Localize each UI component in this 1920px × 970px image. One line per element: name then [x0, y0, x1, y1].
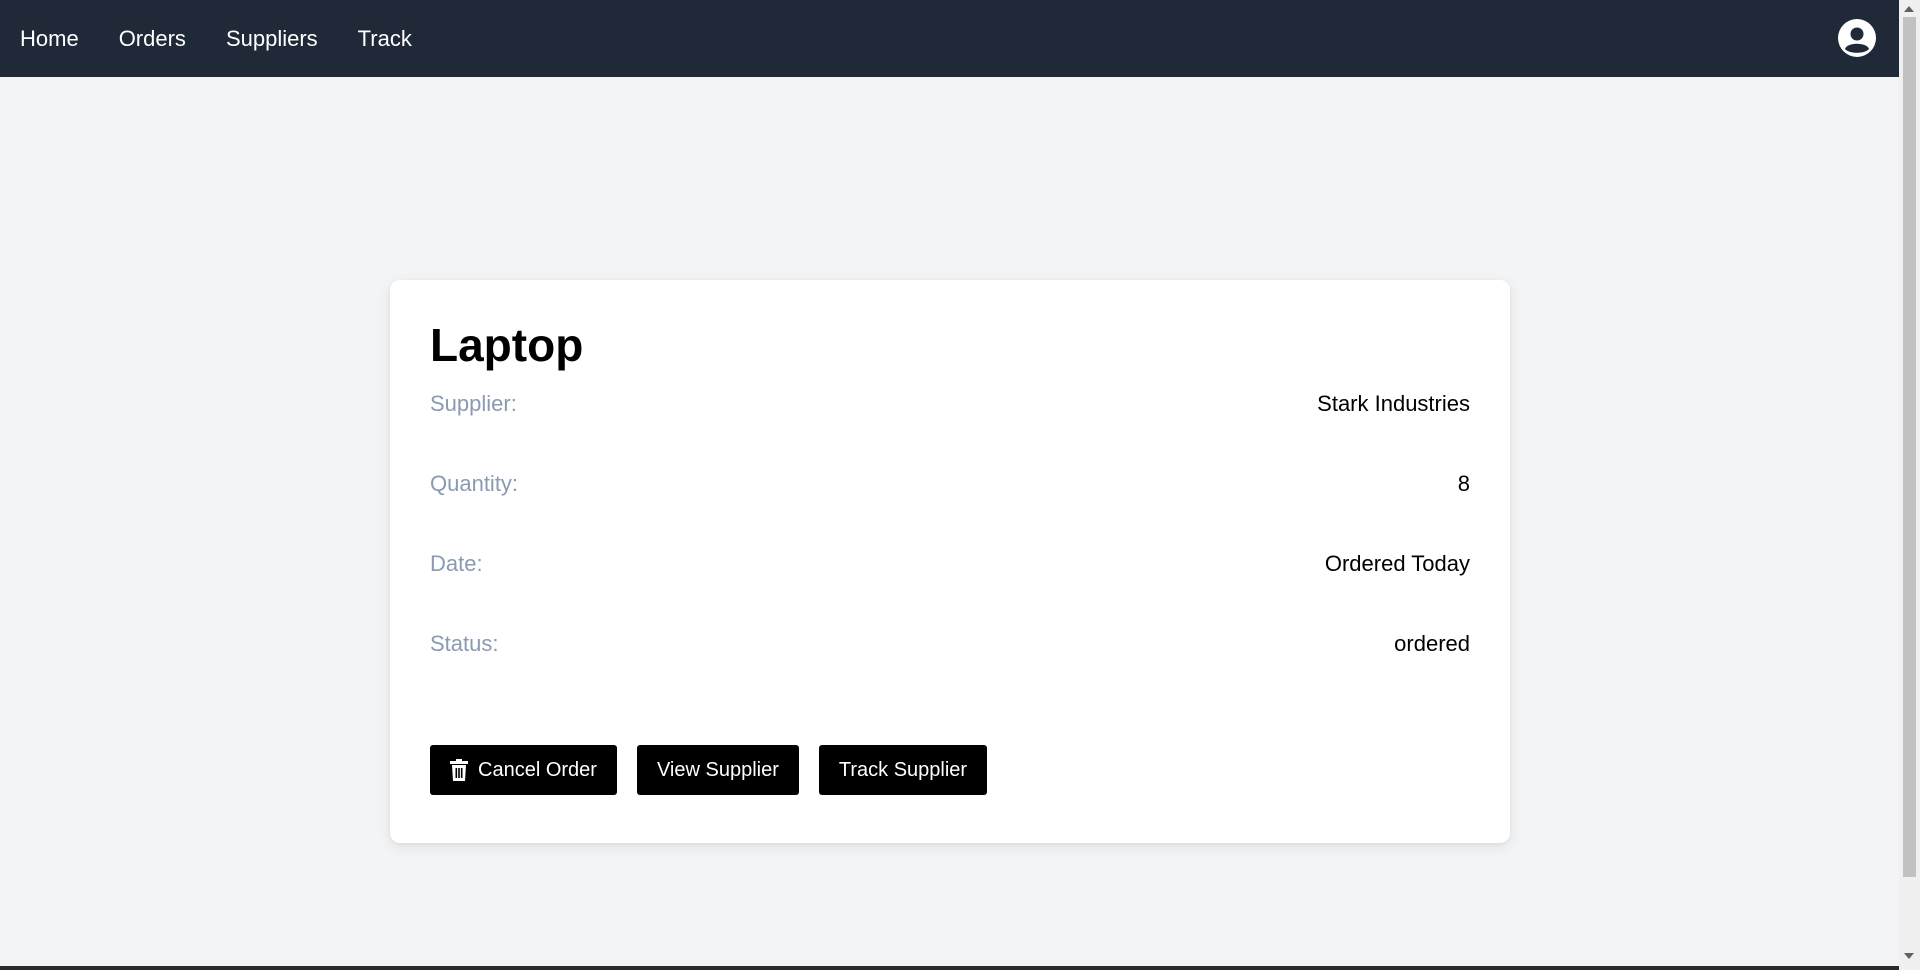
detail-value: 8 — [1457, 471, 1470, 496]
nav-links: Home Orders Suppliers Track — [20, 26, 452, 52]
scrollbar-thumb[interactable] — [1903, 17, 1916, 877]
order-detail-card: Laptop Supplier: Stark Industries Quanti… — [390, 280, 1510, 843]
order-title: Laptop — [430, 319, 584, 371]
view-supplier-button[interactable]: View Supplier — [636, 745, 799, 795]
nav-link-track[interactable]: Track — [358, 26, 412, 52]
window-bottom-edge — [0, 966, 1899, 970]
order-actions: Cancel Order View Supplier Track Supplie… — [430, 745, 1007, 795]
nav-link-orders[interactable]: Orders — [119, 26, 186, 52]
detail-label: Date: — [430, 551, 483, 576]
detail-row-quantity: Quantity: 8 — [430, 464, 1470, 504]
nav-link-home[interactable]: Home — [20, 26, 79, 52]
detail-row-date: Date: Ordered Today — [430, 544, 1470, 584]
trash-icon — [450, 759, 468, 781]
scroll-down-arrow-icon[interactable] — [1904, 953, 1914, 959]
detail-value: Stark Industries — [1317, 391, 1470, 416]
detail-row-supplier: Supplier: Stark Industries — [430, 384, 1470, 424]
view-supplier-label: View Supplier — [656, 758, 779, 781]
nav-link-suppliers[interactable]: Suppliers — [226, 26, 318, 52]
detail-label: Status: — [430, 631, 499, 656]
track-supplier-button[interactable]: Track Supplier — [818, 745, 988, 795]
cancel-order-label: Cancel Order — [478, 758, 597, 781]
detail-value: ordered — [1394, 631, 1470, 656]
scroll-up-arrow-icon[interactable] — [1904, 6, 1914, 12]
track-supplier-label: Track Supplier — [838, 758, 968, 781]
detail-label: Supplier: — [430, 391, 517, 416]
cancel-order-button[interactable]: Cancel Order — [430, 745, 617, 795]
detail-value: Ordered Today — [1324, 551, 1470, 576]
top-navbar: Home Orders Suppliers Track — [0, 0, 1899, 77]
detail-row-status: Status: ordered — [430, 624, 1470, 664]
user-circle-icon[interactable] — [1838, 19, 1876, 57]
vertical-scrollbar[interactable] — [1899, 0, 1920, 970]
detail-label: Quantity: — [430, 471, 519, 496]
